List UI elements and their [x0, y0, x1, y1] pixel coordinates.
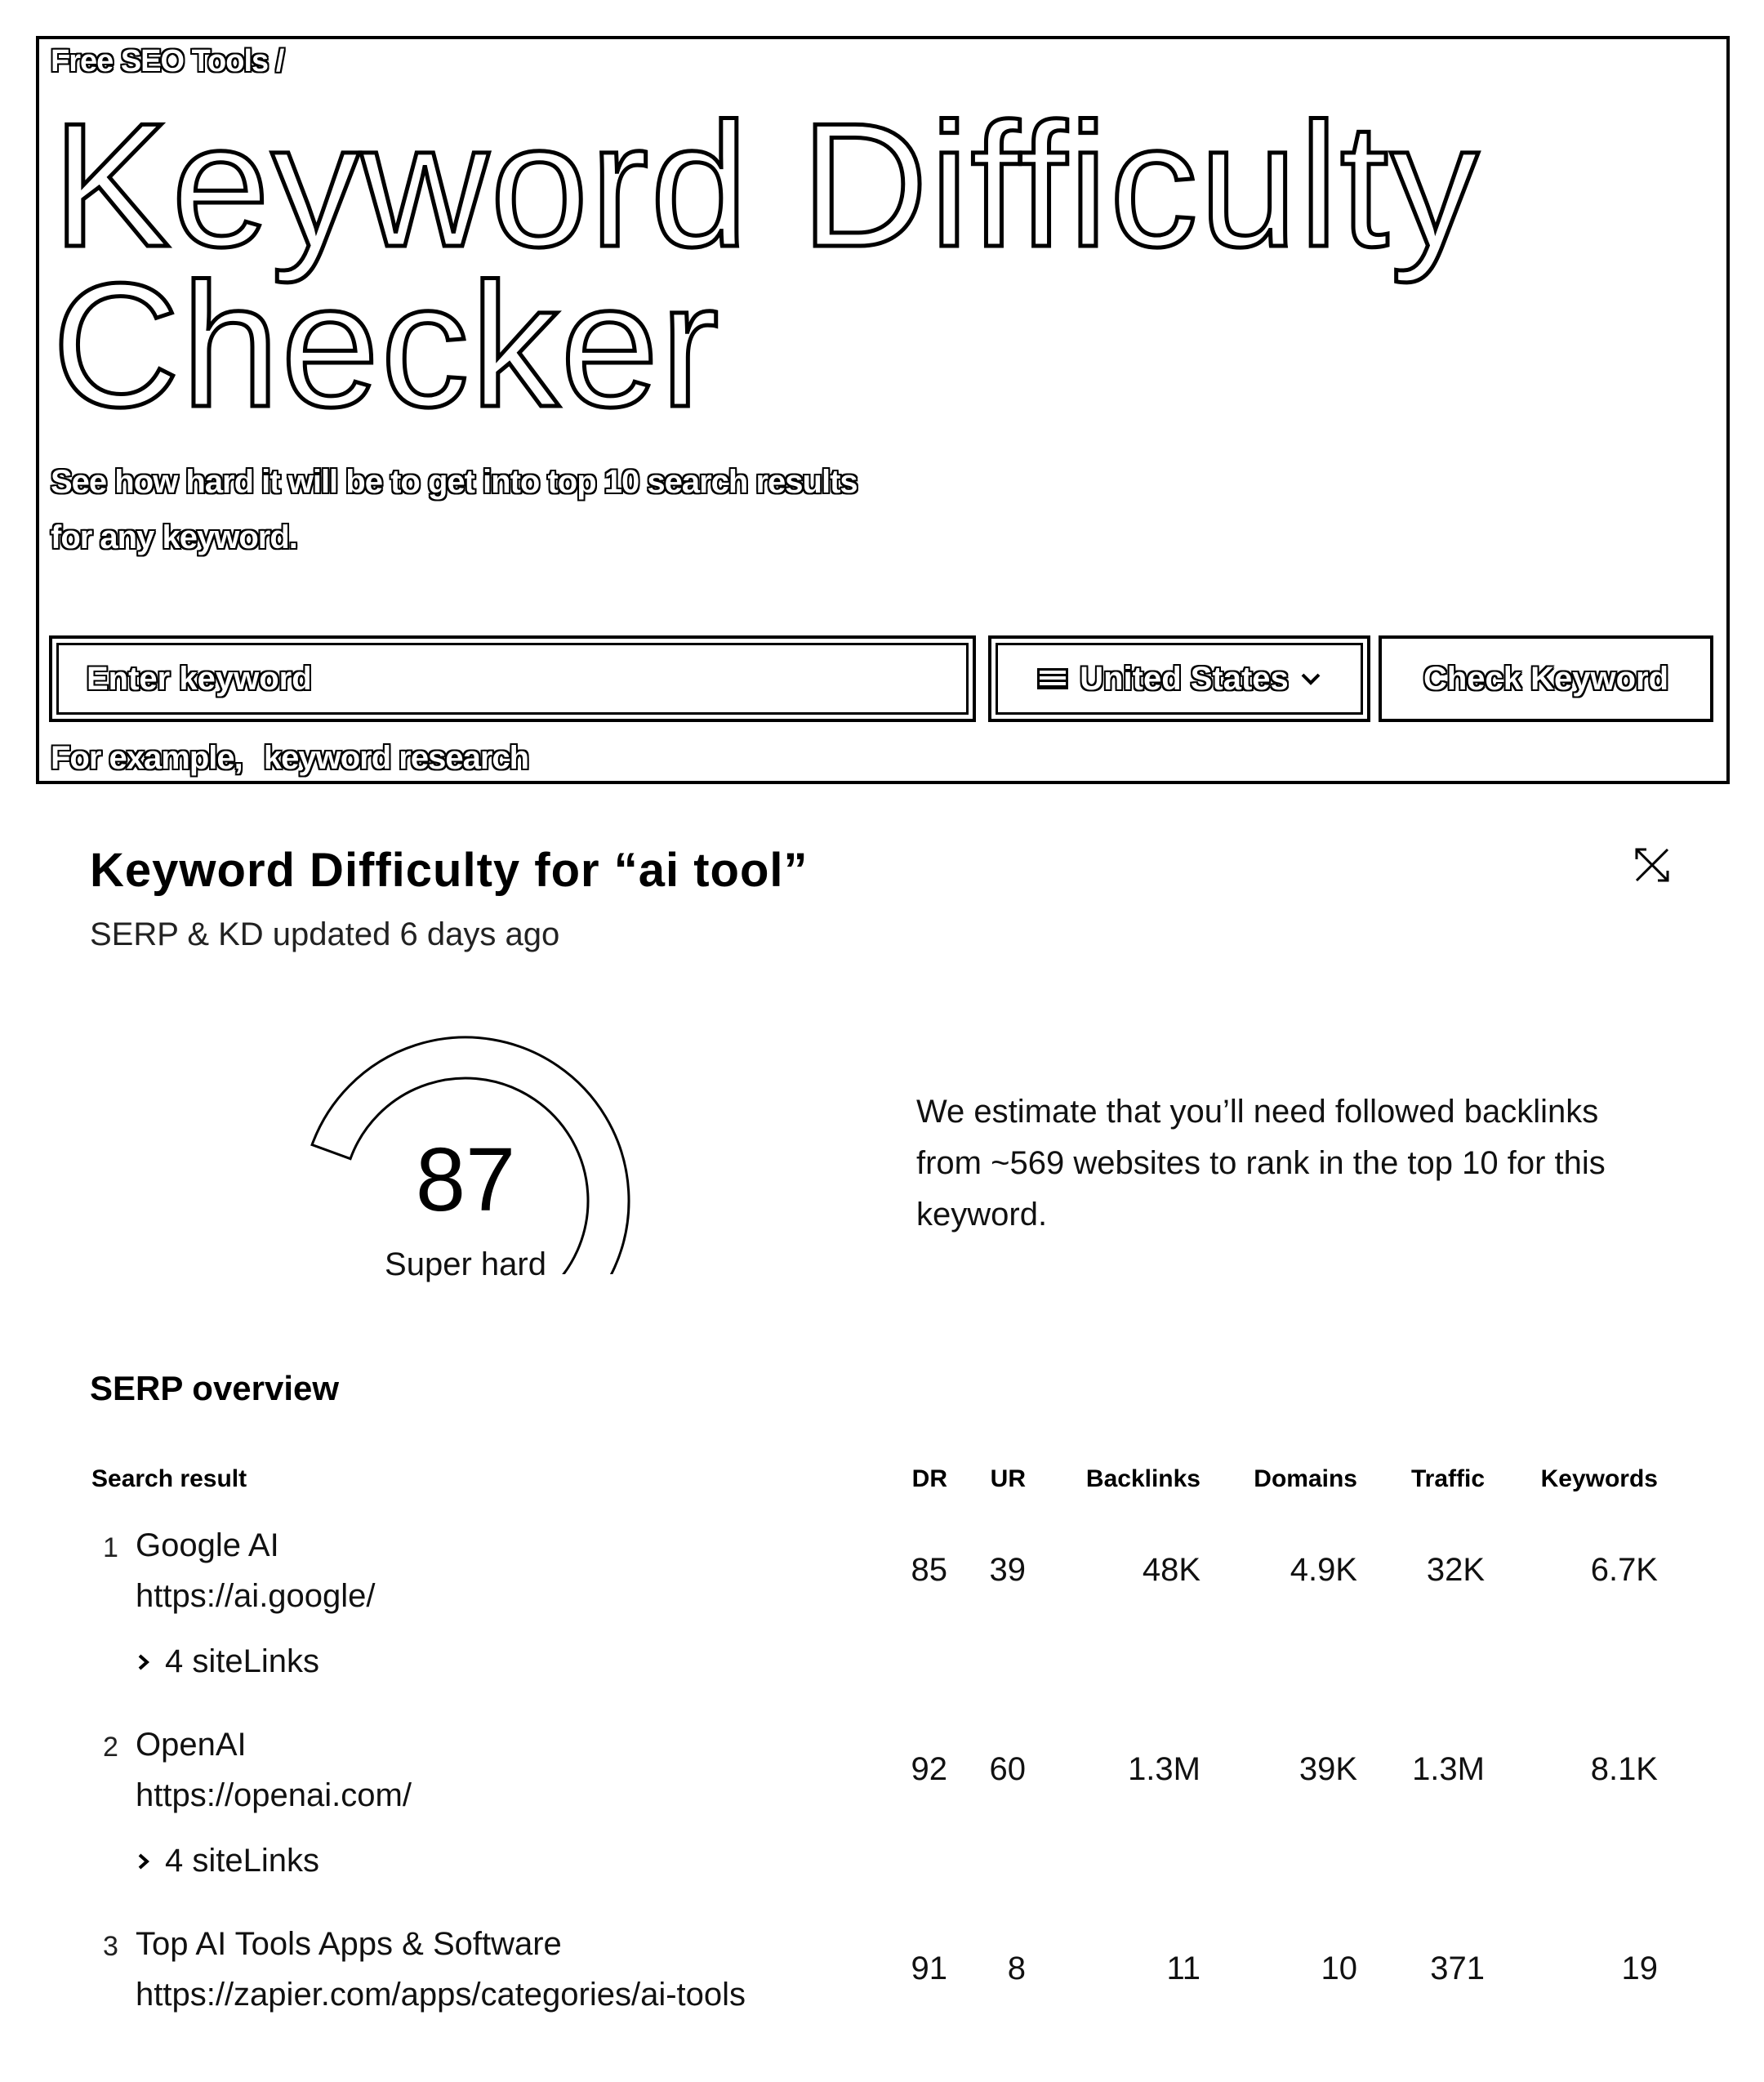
- result-title[interactable]: Google AI: [136, 1527, 279, 1564]
- column-header-ur[interactable]: UR: [991, 1465, 1026, 1493]
- result-title[interactable]: Top AI Tools Apps & Software: [136, 1926, 562, 1963]
- cell-traffic: 32K: [1426, 1552, 1485, 1588]
- cell-ur: 8: [1007, 1950, 1026, 1986]
- page-title: Keyword Difficulty Checker: [51, 86, 1604, 444]
- column-header-traffic[interactable]: Traffic: [1411, 1465, 1485, 1493]
- flag-icon: [1037, 668, 1069, 689]
- close-icon[interactable]: [1632, 845, 1673, 885]
- page-title-line-1: Keyword Difficulty: [51, 86, 1481, 283]
- cell-keywords: 19: [1621, 1950, 1659, 1986]
- result-rank: 1: [103, 1532, 118, 1563]
- country-select-value: United States: [1080, 660, 1289, 697]
- cell-dr: 92: [911, 1751, 948, 1787]
- estimate-line-1: We estimate that you’ll need followed ba…: [916, 1094, 1599, 1130]
- cell-domains[interactable]: 39K: [1299, 1751, 1357, 1788]
- chevron-down-icon: [1301, 673, 1321, 685]
- backlinks-estimate: We estimate that you’ll need followed ba…: [916, 1086, 1700, 1241]
- serp-table-header: Search result DR UR Backlinks Domains Tr…: [0, 1465, 1764, 1498]
- result-url[interactable]: https://ai.google/: [136, 1578, 376, 1615]
- column-header-backlinks[interactable]: Backlinks: [1086, 1465, 1200, 1493]
- table-row: 1 Google AI https://ai.google/ 4 siteLin…: [0, 1527, 1764, 1699]
- cell-dr: 91: [911, 1950, 948, 1986]
- cell-domains[interactable]: 10: [1321, 1950, 1358, 1987]
- serp-overview-heading: SERP overview: [90, 1369, 340, 1407]
- table-row: 3 Top AI Tools Apps & Software https://z…: [0, 1926, 1764, 2040]
- page-subtitle: See how hard it will be to get into top …: [51, 454, 1031, 565]
- sitelinks-label: 4 siteLinks: [165, 1643, 319, 1679]
- chevron-right-icon: [138, 1654, 150, 1670]
- example-prefix: For example,: [51, 740, 243, 776]
- difficulty-score: 87: [415, 1130, 516, 1230]
- result-url[interactable]: https://zapier.com/apps/categories/ai-to…: [136, 1977, 746, 2013]
- cell-backlinks[interactable]: 1.3M: [1128, 1751, 1200, 1788]
- estimate-line-3: keyword.: [916, 1197, 1048, 1233]
- chevron-right-icon: [138, 1853, 150, 1869]
- example-keyword-link[interactable]: keyword research: [264, 740, 529, 776]
- cell-traffic: 1.3M: [1412, 1751, 1485, 1787]
- hero-panel: Free SEO Tools / Keyword Difficulty Chec…: [36, 36, 1730, 784]
- cell-dr: 85: [911, 1552, 948, 1588]
- breadcrumb[interactable]: Free SEO Tools /: [51, 44, 284, 79]
- sitelinks-label: 4 siteLinks: [165, 1843, 319, 1879]
- keyword-input-placeholder: Enter keyword: [87, 660, 312, 697]
- difficulty-label: Super hard: [385, 1246, 546, 1282]
- cell-backlinks[interactable]: 48K: [1143, 1552, 1200, 1589]
- column-header-result[interactable]: Search result: [91, 1465, 247, 1493]
- column-header-domains[interactable]: Domains: [1254, 1465, 1357, 1493]
- example-text: For example, keyword research: [51, 740, 529, 777]
- cell-ur: 39: [989, 1552, 1027, 1588]
- result-rank: 2: [103, 1732, 118, 1763]
- page-subtitle-line-2: for any keyword.: [51, 519, 298, 555]
- result-title[interactable]: OpenAI: [136, 1727, 247, 1763]
- check-keyword-button[interactable]: Check Keyword: [1379, 635, 1713, 722]
- result-url[interactable]: https://openai.com/: [136, 1777, 412, 1814]
- table-row: 2 OpenAI https://openai.com/ 4 siteLinks…: [0, 1727, 1764, 1898]
- results-title: Keyword Difficulty for “ai tool”: [90, 844, 808, 897]
- estimate-line-2: from ~569 websites to rank in the top 10…: [916, 1145, 1606, 1181]
- cell-keywords: 8.1K: [1590, 1751, 1658, 1787]
- result-rank: 3: [103, 1931, 118, 1962]
- column-header-keywords[interactable]: Keywords: [1541, 1465, 1658, 1493]
- results-updated-text: SERP & KD updated 6 days ago: [90, 916, 560, 952]
- page-subtitle-line-1: See how hard it will be to get into top …: [51, 464, 858, 500]
- cell-ur: 60: [989, 1751, 1027, 1787]
- sitelinks-toggle[interactable]: 4 siteLinks: [136, 1843, 319, 1879]
- sitelinks-toggle[interactable]: 4 siteLinks: [136, 1643, 319, 1680]
- cell-keywords: 6.7K: [1590, 1552, 1658, 1588]
- country-select[interactable]: United States: [988, 635, 1370, 722]
- cell-backlinks[interactable]: 11: [1166, 1950, 1200, 1987]
- cell-domains[interactable]: 4.9K: [1290, 1552, 1357, 1589]
- page-title-line-2: Checker: [51, 246, 721, 444]
- keyword-input[interactable]: Enter keyword: [49, 635, 976, 722]
- column-header-dr[interactable]: DR: [912, 1465, 947, 1493]
- cell-traffic: 371: [1430, 1950, 1485, 1986]
